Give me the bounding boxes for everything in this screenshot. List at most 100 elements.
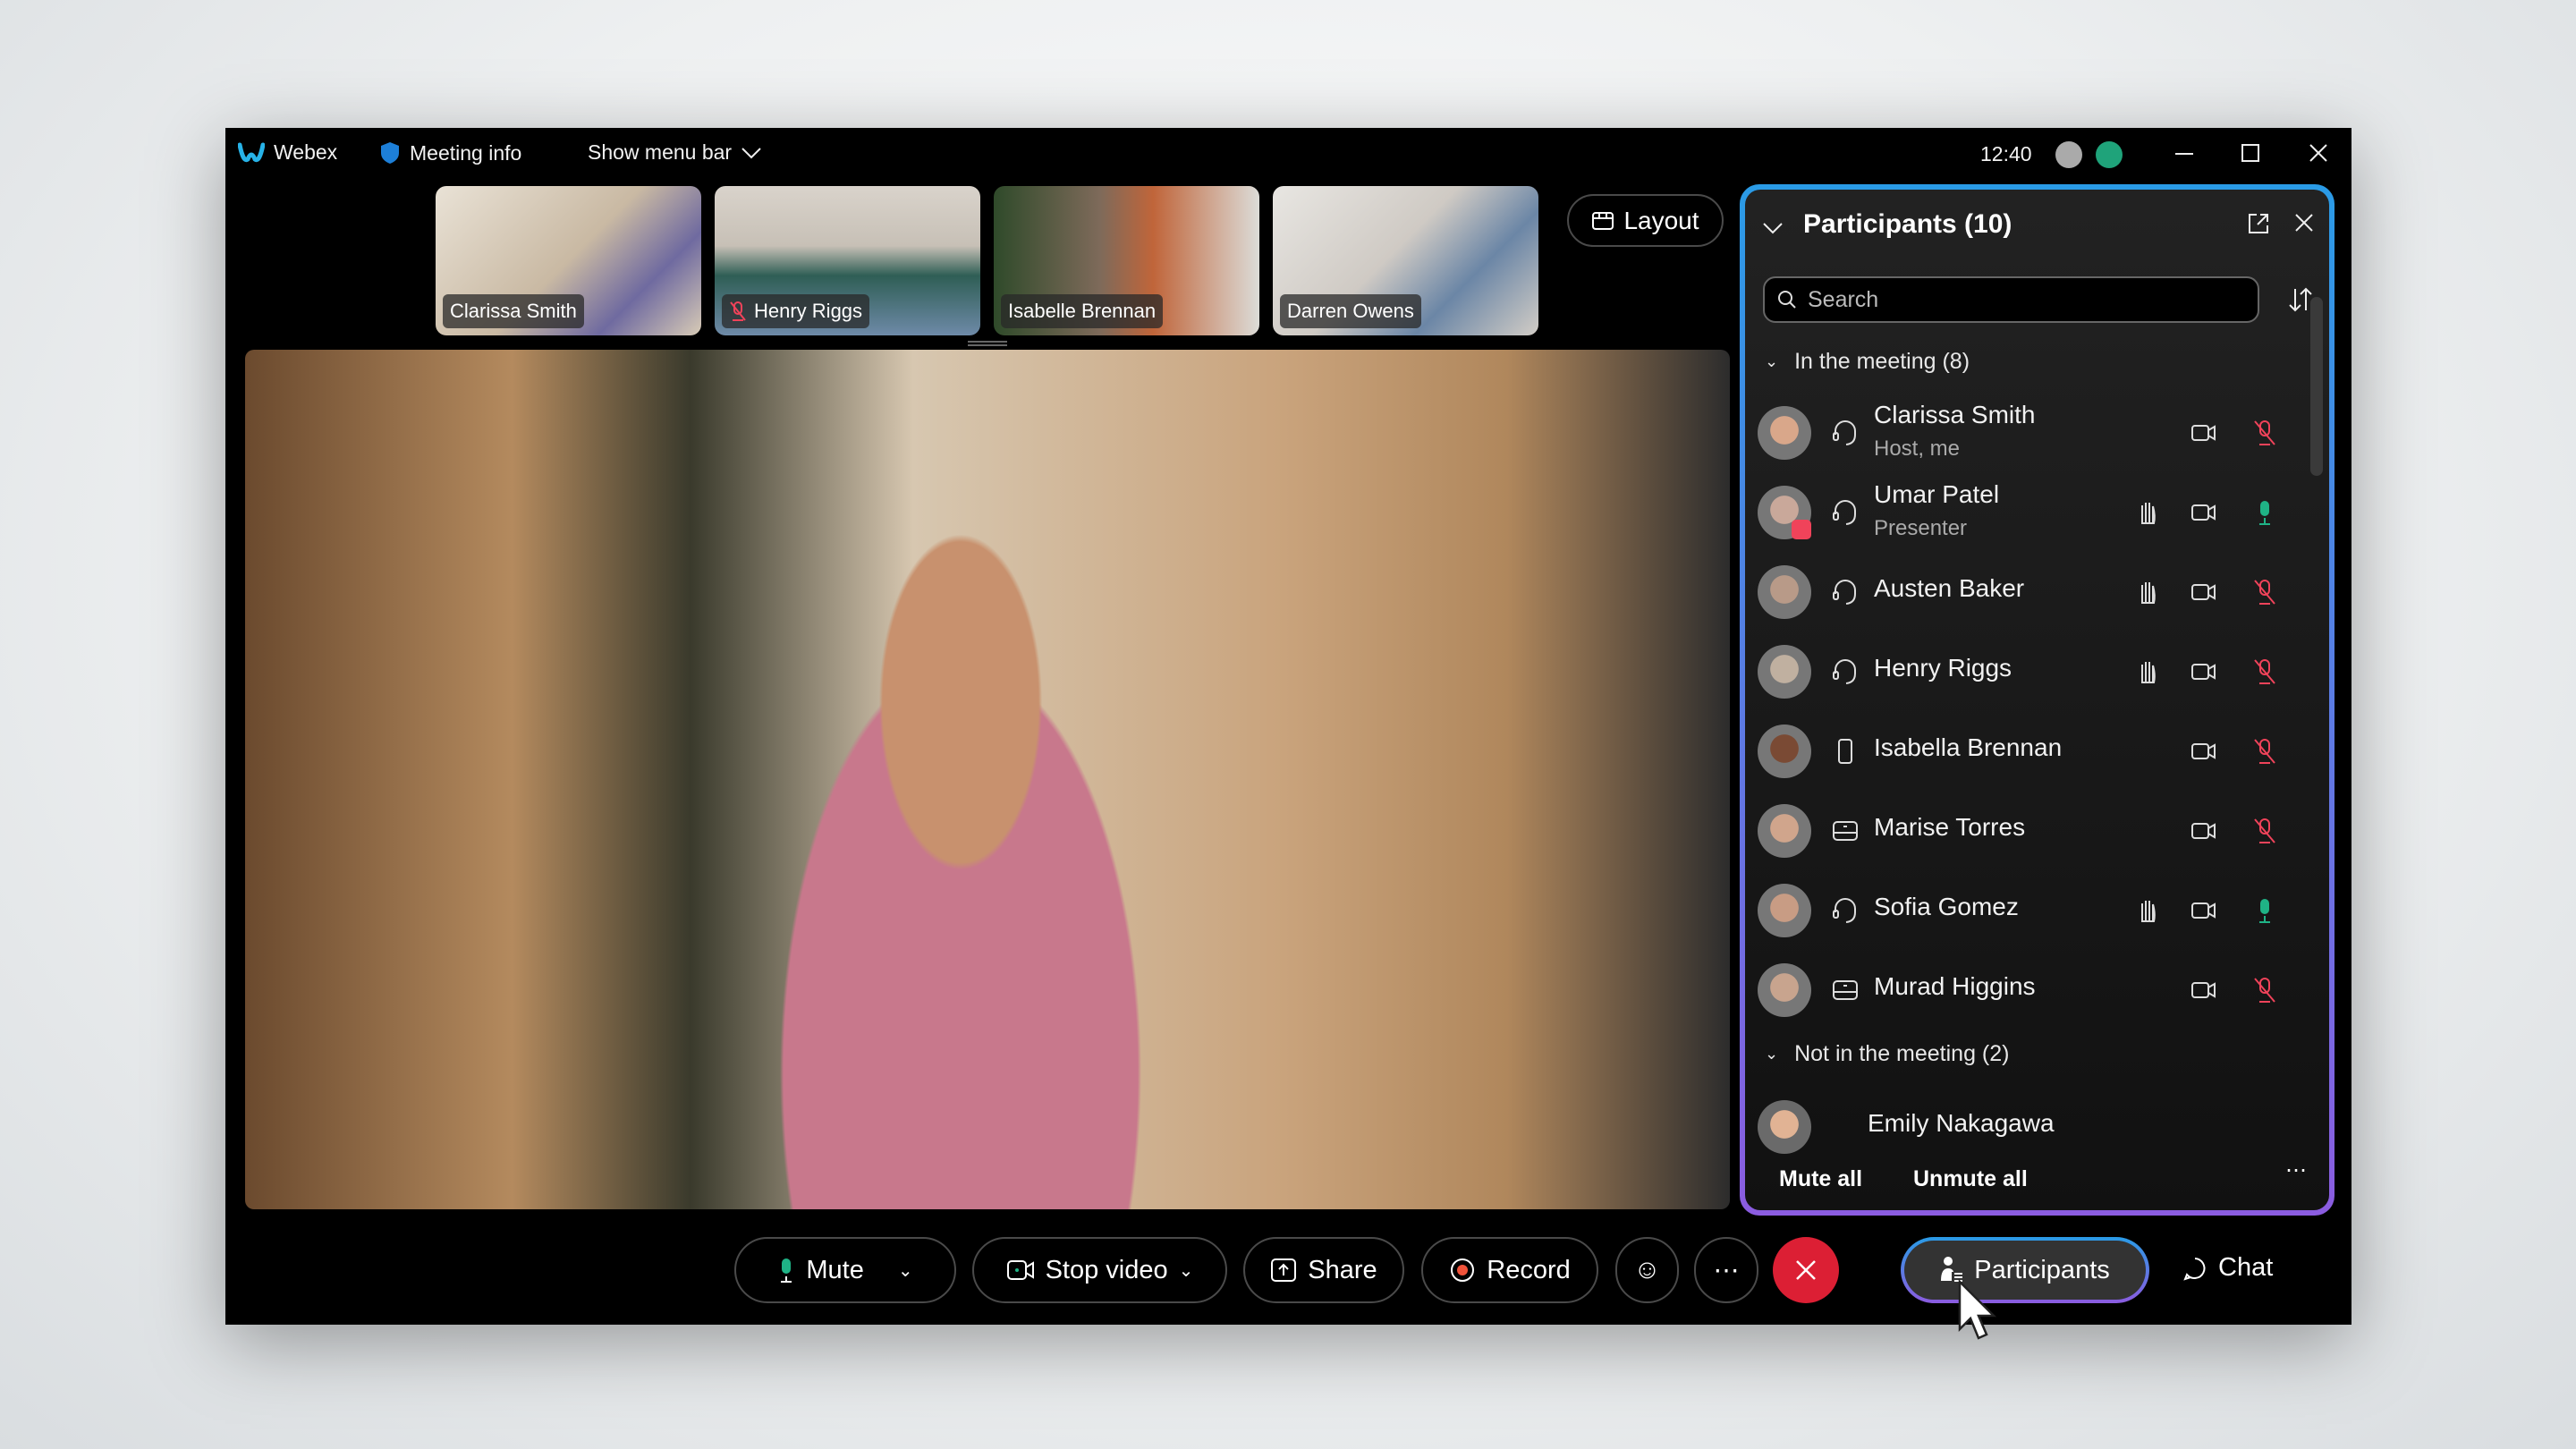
mic-active-icon[interactable] (2250, 896, 2279, 925)
scrollbar[interactable] (2308, 270, 2326, 1075)
participant-row[interactable]: Austen Baker (1745, 553, 2300, 631)
chat-button[interactable]: Chat (2182, 1253, 2273, 1283)
share-button[interactable]: Share (1243, 1237, 1404, 1303)
camera-icon[interactable] (2190, 578, 2218, 606)
camera-icon[interactable] (2190, 419, 2218, 447)
video-thumbnail[interactable]: Henry Riggs (715, 186, 980, 335)
section-not-in-meeting[interactable]: ⌄ Not in the meeting (2) (1765, 1041, 2010, 1067)
chevron-down-icon[interactable]: ⌄ (1179, 1259, 1194, 1282)
show-menu-bar-label: Show menu bar (588, 140, 733, 164)
camera-icon[interactable] (2190, 896, 2218, 925)
headset-icon (1833, 659, 1856, 684)
participant-name: Emily Nakagawa (1868, 1109, 2055, 1137)
more-button[interactable]: ⋯ (1694, 1237, 1758, 1303)
meeting-info-button[interactable]: Meeting info (379, 140, 521, 165)
room-icon (1833, 980, 1858, 1000)
video-thumbnail[interactable]: Darren Owens (1273, 186, 1538, 335)
more-options-button[interactable]: ⋯ (2285, 1157, 2307, 1183)
camera-icon[interactable] (2190, 498, 2218, 527)
stop-video-label: Stop video (1045, 1255, 1168, 1284)
participant-row[interactable]: Murad Higgins (1745, 951, 2300, 1030)
camera-icon[interactable] (2190, 657, 2218, 686)
avatar (1758, 1100, 1811, 1154)
end-meeting-button[interactable] (1773, 1237, 1839, 1303)
section-label: Not in the meeting (2) (1794, 1041, 2010, 1066)
mic-muted-icon[interactable] (2250, 737, 2279, 766)
participant-name: Marise Torres (1874, 813, 2026, 841)
search-input[interactable]: Search (1763, 276, 2259, 323)
presenter-badge-icon (1792, 520, 1811, 539)
participant-name: Murad Higgins (1874, 972, 2036, 1000)
participant-name: Sofia Gomez (1874, 893, 2019, 920)
speaker-figure (710, 502, 1211, 1209)
layout-label: Layout (1623, 206, 1699, 234)
thumbnail-label: Isabelle Brennan (1001, 294, 1164, 328)
pop-out-icon[interactable] (2246, 211, 2271, 236)
participant-row[interactable]: Henry Riggs (1745, 632, 2300, 711)
close-icon (1796, 1260, 1816, 1280)
mic-muted-icon[interactable] (2250, 817, 2279, 845)
participants-button[interactable]: Participants (1901, 1237, 2149, 1303)
reactions-button[interactable]: ☺ (1615, 1237, 1679, 1303)
shield-lock-icon (381, 142, 399, 164)
close-window-button[interactable] (2308, 142, 2329, 164)
mic-active-icon[interactable] (2250, 498, 2279, 527)
participant-row[interactable]: Clarissa Smith Host, me (1745, 394, 2300, 472)
chevron-down-icon[interactable]: ⌄ (898, 1259, 913, 1282)
participant-role: Host, me (1874, 436, 1961, 461)
unmute-all-button[interactable]: Unmute all (1913, 1166, 2028, 1192)
thumbnail-label: Darren Owens (1280, 294, 1421, 328)
camera-icon[interactable] (2190, 976, 2218, 1004)
meeting-info-label: Meeting info (410, 140, 522, 165)
participant-role: Presenter (1874, 516, 1968, 540)
mute-label: Mute (806, 1255, 864, 1284)
mic-muted-icon[interactable] (2250, 657, 2279, 686)
avatar (1758, 565, 1811, 619)
maximize-button[interactable] (2241, 144, 2259, 162)
panel-title: Participants (10) (1803, 209, 2012, 239)
main-video[interactable] (245, 350, 1730, 1209)
participant-row[interactable]: Sofia Gomez (1745, 871, 2300, 950)
camera-icon[interactable] (2190, 737, 2218, 766)
record-button[interactable]: Record (1421, 1237, 1598, 1303)
clock: 12:40 (1980, 142, 2032, 165)
video-thumbnail[interactable]: Isabelle Brennan (994, 186, 1259, 335)
participant-name: Umar Patel (1874, 480, 2000, 508)
mic-muted-icon[interactable] (2250, 578, 2279, 606)
webex-logo: Webex (238, 140, 337, 165)
raised-hand-icon (2141, 582, 2156, 604)
section-in-meeting[interactable]: ⌄ In the meeting (8) (1765, 349, 1970, 375)
collapse-chevron-icon[interactable] (1761, 220, 1784, 236)
mute-button[interactable]: Mute ⌄ (734, 1237, 956, 1303)
close-panel-icon[interactable] (2294, 213, 2314, 233)
layout-icon (1592, 211, 1614, 230)
participant-row[interactable]: Marise Torres (1745, 792, 2300, 870)
mic-muted-icon[interactable] (2250, 419, 2279, 447)
headset-icon (1833, 898, 1856, 923)
stop-video-button[interactable]: Stop video ⌄ (972, 1237, 1227, 1303)
participants-panel: Participants (10) Search ⌄ In the meeting… (1740, 184, 2334, 1216)
camera-icon (1006, 1260, 1034, 1280)
raised-hand-icon (2141, 662, 2156, 683)
network-signal-icon[interactable] (2096, 141, 2123, 168)
share-icon (1271, 1258, 1297, 1282)
participant-row[interactable]: Emily Nakagawa (1745, 1088, 2300, 1166)
phone-icon (1838, 739, 1852, 764)
app-name: Webex (274, 140, 338, 164)
participant-name: Austen Baker (1874, 574, 2025, 602)
participant-row[interactable]: Isabella Brennan (1745, 712, 2300, 791)
mute-all-button[interactable]: Mute all (1779, 1166, 1862, 1192)
key-icon[interactable] (2055, 141, 2082, 168)
video-thumbnail[interactable]: Clarissa Smith (436, 186, 701, 335)
minimize-button[interactable] (2175, 153, 2193, 155)
mic-muted-icon[interactable] (2250, 976, 2279, 1004)
thumbnail-name: Isabelle Brennan (1008, 300, 1157, 322)
microphone-icon (781, 1258, 792, 1283)
participant-row[interactable]: Umar Patel Presenter (1745, 473, 2300, 552)
resize-handle[interactable] (968, 341, 1007, 346)
show-menu-bar-button[interactable]: Show menu bar (588, 140, 762, 165)
participant-name: Clarissa Smith (1874, 401, 2036, 428)
camera-icon[interactable] (2190, 817, 2218, 845)
webex-icon (238, 142, 265, 162)
layout-button[interactable]: Layout (1567, 194, 1724, 247)
